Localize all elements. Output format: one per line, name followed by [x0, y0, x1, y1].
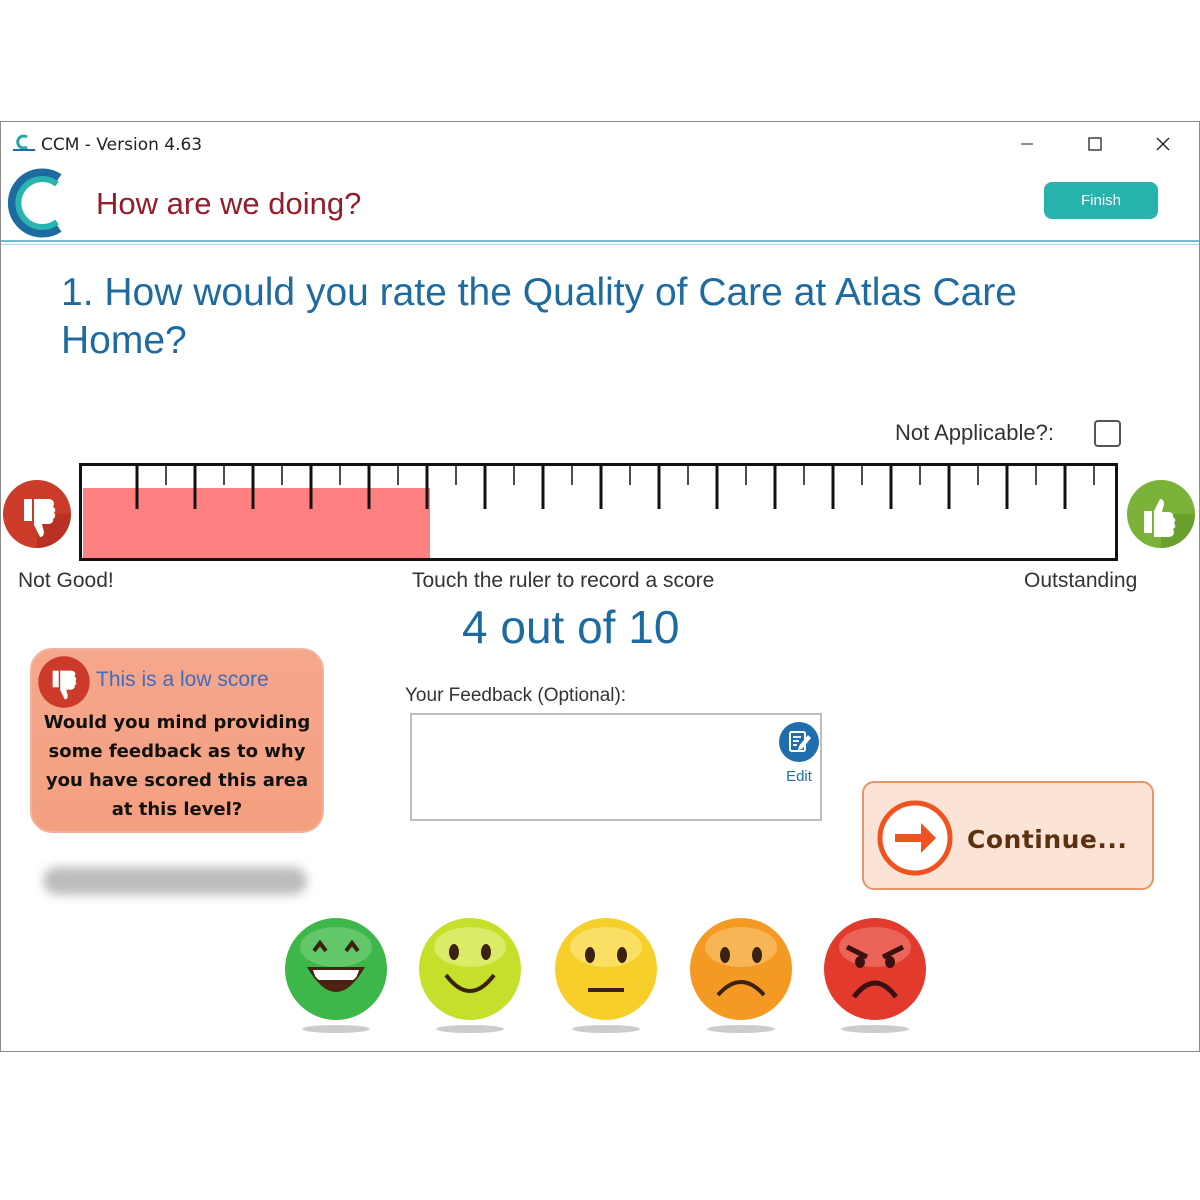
neutral-face-icon[interactable] [553, 917, 659, 1035]
ccm-logo-icon [7, 168, 62, 238]
edit-icon [779, 722, 819, 762]
continue-label: Continue... [967, 825, 1128, 854]
low-score-panel: This is a low score Would you mind provi… [30, 648, 324, 833]
low-score-message: Would you mind providing some feedback a… [43, 712, 311, 820]
feedback-label: Your Feedback (Optional): [405, 685, 627, 706]
close-button[interactable] [1143, 130, 1183, 158]
minimize-button[interactable] [1007, 130, 1047, 158]
question-text: 1. How would you rate the Quality of Car… [61, 271, 1017, 362]
thumbs-down-icon [38, 656, 90, 708]
header-divider [1, 240, 1199, 242]
angry-face-icon[interactable] [822, 917, 928, 1035]
thumbs-up-icon [1127, 480, 1195, 548]
sad-face-icon[interactable] [688, 917, 794, 1035]
smiling-face-icon[interactable] [417, 917, 523, 1035]
window-title: CCM - Version 4.63 [41, 135, 203, 155]
minimize-icon [1021, 143, 1033, 145]
low-end-label: Not Good! [18, 569, 114, 592]
blurred-placeholder [43, 867, 307, 895]
not-applicable-checkbox[interactable] [1094, 420, 1121, 447]
thumbs-down-icon [3, 480, 71, 548]
page-header: How are we doing? Finish [1, 166, 1199, 244]
score-ruler[interactable] [79, 463, 1118, 562]
edit-label: Edit [786, 768, 812, 785]
app-logo-icon [13, 134, 35, 151]
not-applicable-label: Not Applicable?: [895, 420, 1054, 445]
ruler-hint: Touch the ruler to record a score [412, 569, 715, 592]
score-fill [83, 488, 430, 558]
continue-button[interactable]: Continue... [862, 781, 1154, 890]
score-readout: 4 out of 10 [462, 601, 680, 653]
maximize-icon [1088, 137, 1102, 151]
arrow-right-icon [877, 800, 953, 876]
title-bar[interactable]: CCM - Version 4.63 [1, 122, 1199, 166]
app-window: CCM - Version 4.63 How are we doing? Fin… [0, 121, 1200, 1052]
feedback-input[interactable]: Edit [410, 713, 822, 821]
finish-button[interactable]: Finish [1044, 182, 1158, 219]
laughing-face-icon[interactable] [283, 917, 389, 1035]
close-icon [1156, 137, 1170, 151]
header-divider-thin [1, 244, 1199, 245]
low-score-title: This is a low score [96, 668, 269, 691]
high-end-label: Outstanding [1024, 569, 1138, 592]
maximize-button[interactable] [1075, 130, 1115, 158]
edit-feedback-button[interactable]: Edit [778, 721, 820, 785]
page-title: How are we doing? [96, 186, 362, 221]
